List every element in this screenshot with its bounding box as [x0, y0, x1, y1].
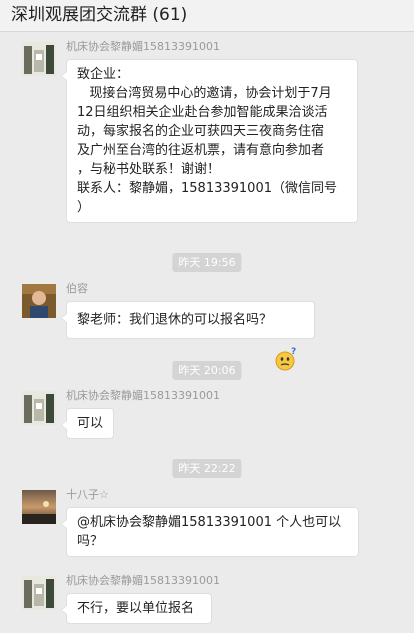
message-line: @机床协会黎静媚15813391001 个人也可以 — [77, 515, 342, 530]
timestamp: 昨天 19:56 — [172, 253, 242, 272]
sender-name: 机床协会黎静媚15813391001 — [66, 40, 220, 53]
message-text-row: 黎老师：我们退休的可以报名吗？ ? — [77, 309, 304, 371]
message-line: 动，每家报名的企业可获四天三夜商务住宿 — [77, 124, 325, 139]
avatar[interactable] — [22, 391, 56, 425]
message-line: ） — [77, 200, 91, 215]
message-line: 现接台湾贸易中心的邀请，协会计划于7月 — [77, 86, 332, 101]
message-line: 联系人：黎静媚，15813391001（微信同号 — [77, 181, 337, 196]
message-bubble[interactable]: 黎老师：我们退休的可以报名吗？ ? — [61, 301, 315, 371]
avatar[interactable] — [22, 284, 56, 318]
timestamp: 昨天 22:22 — [172, 459, 242, 478]
message-line: 不行，要以单位报名 — [77, 601, 195, 616]
svg-text:?: ? — [291, 347, 296, 357]
confused-face-emoji-icon: ? — [274, 309, 296, 371]
sender-name: 伯容 — [66, 282, 88, 295]
message-line: ，与秘书处联系！谢谢！ — [77, 162, 221, 177]
message-line: 致企业： — [77, 67, 130, 82]
message-line: 及广州至台湾的往返机票，请有意向参加者 — [77, 143, 325, 158]
message-bubble[interactable]: 致企业： 现接台湾贸易中心的邀请，协会计划于7月 12日组织相关企业赴台参加智能… — [61, 59, 358, 223]
sender-name: 机床协会黎静媚15813391001 — [66, 574, 220, 587]
message-list[interactable]: 机床协会黎静媚15813391001 致企业： 现接台湾贸易中心的邀请，协会计划… — [0, 32, 414, 633]
message-bubble[interactable]: 不行，要以单位报名 — [61, 593, 212, 624]
message-bubble[interactable]: @机床协会黎静媚15813391001 个人也可以 吗？ — [61, 507, 359, 557]
sender-name: 机床协会黎静媚15813391001 — [66, 389, 220, 402]
message-line: 吗？ — [77, 534, 104, 549]
timestamp: 昨天 20:06 — [172, 361, 242, 380]
message-line: 可以 — [77, 416, 104, 431]
avatar[interactable] — [22, 576, 56, 610]
group-title: 深圳观展团交流群 (61) — [11, 5, 188, 25]
sender-name: 十八子☆ — [66, 488, 109, 501]
message-line: 黎老师：我们退休的可以报名吗？ — [77, 312, 273, 328]
avatar[interactable] — [22, 42, 56, 76]
chat-header: 深圳观展团交流群 (61) — [0, 0, 414, 32]
message-line: 12日组织相关企业赴台参加智能成果洽谈活 — [77, 105, 328, 120]
avatar[interactable] — [22, 490, 56, 524]
message-bubble[interactable]: 可以 — [61, 408, 114, 439]
